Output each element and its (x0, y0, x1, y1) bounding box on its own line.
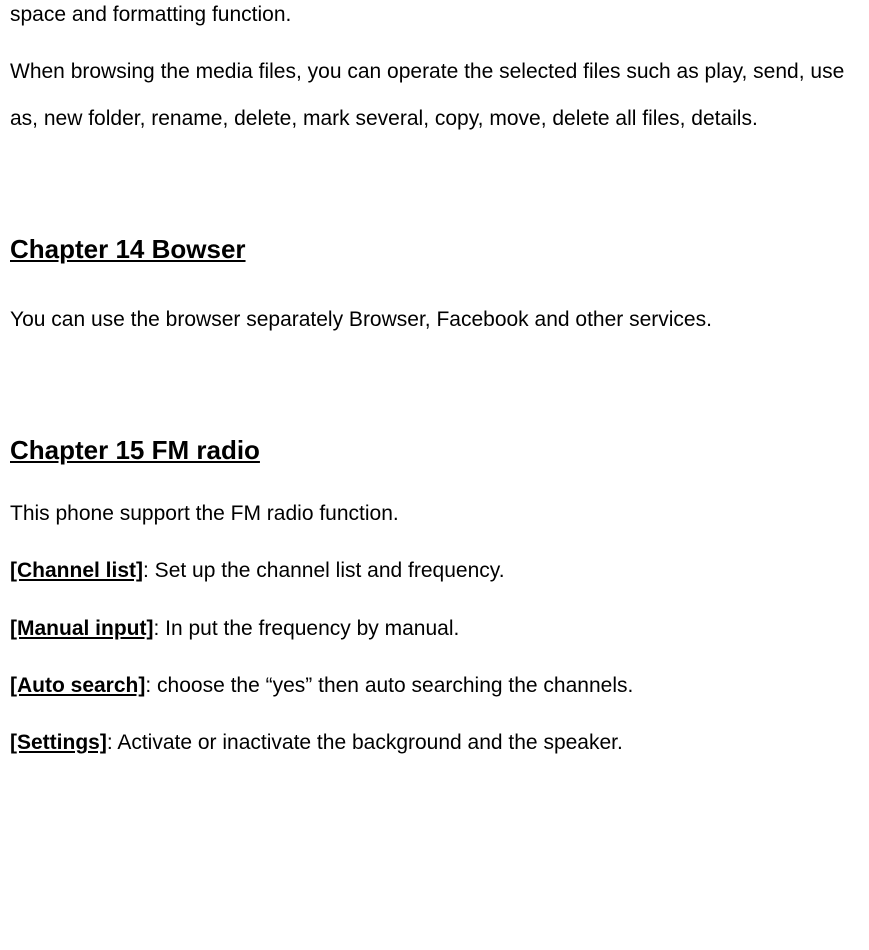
chapter-14-heading: Chapter 14 Bowser (10, 231, 859, 267)
def-text-settings: : Activate or inactivate the background … (107, 731, 623, 754)
def-text-channel-list: : Set up the channel list and frequency. (143, 559, 505, 582)
def-settings: [Settings]: Activate or inactivate the b… (10, 728, 859, 757)
def-auto-search: [Auto search]: choose the “yes” then aut… (10, 671, 859, 700)
chapter-15-intro: This phone support the FM radio function… (10, 499, 859, 528)
def-label-channel-list: [Channel list] (10, 559, 143, 582)
def-label-manual-input: [Manual input] (10, 617, 153, 640)
def-manual-input: [Manual input]: In put the frequency by … (10, 614, 859, 643)
def-label-auto-search: [Auto search] (10, 674, 145, 697)
intro-media-files: When browsing the media files, you can o… (10, 49, 859, 141)
section-gap (10, 367, 859, 432)
chapter-15-heading: Chapter 15 FM radio (10, 432, 859, 468)
def-text-auto-search: : choose the “yes” then auto searching t… (145, 674, 633, 697)
chapter-14-body: You can use the browser separately Brows… (10, 297, 859, 343)
intro-fragment: space and formatting function. (10, 0, 859, 29)
def-label-settings: [Settings] (10, 731, 107, 754)
def-channel-list: [Channel list]: Set up the channel list … (10, 556, 859, 585)
section-gap (10, 166, 859, 231)
def-text-manual-input: : In put the frequency by manual. (153, 617, 459, 640)
